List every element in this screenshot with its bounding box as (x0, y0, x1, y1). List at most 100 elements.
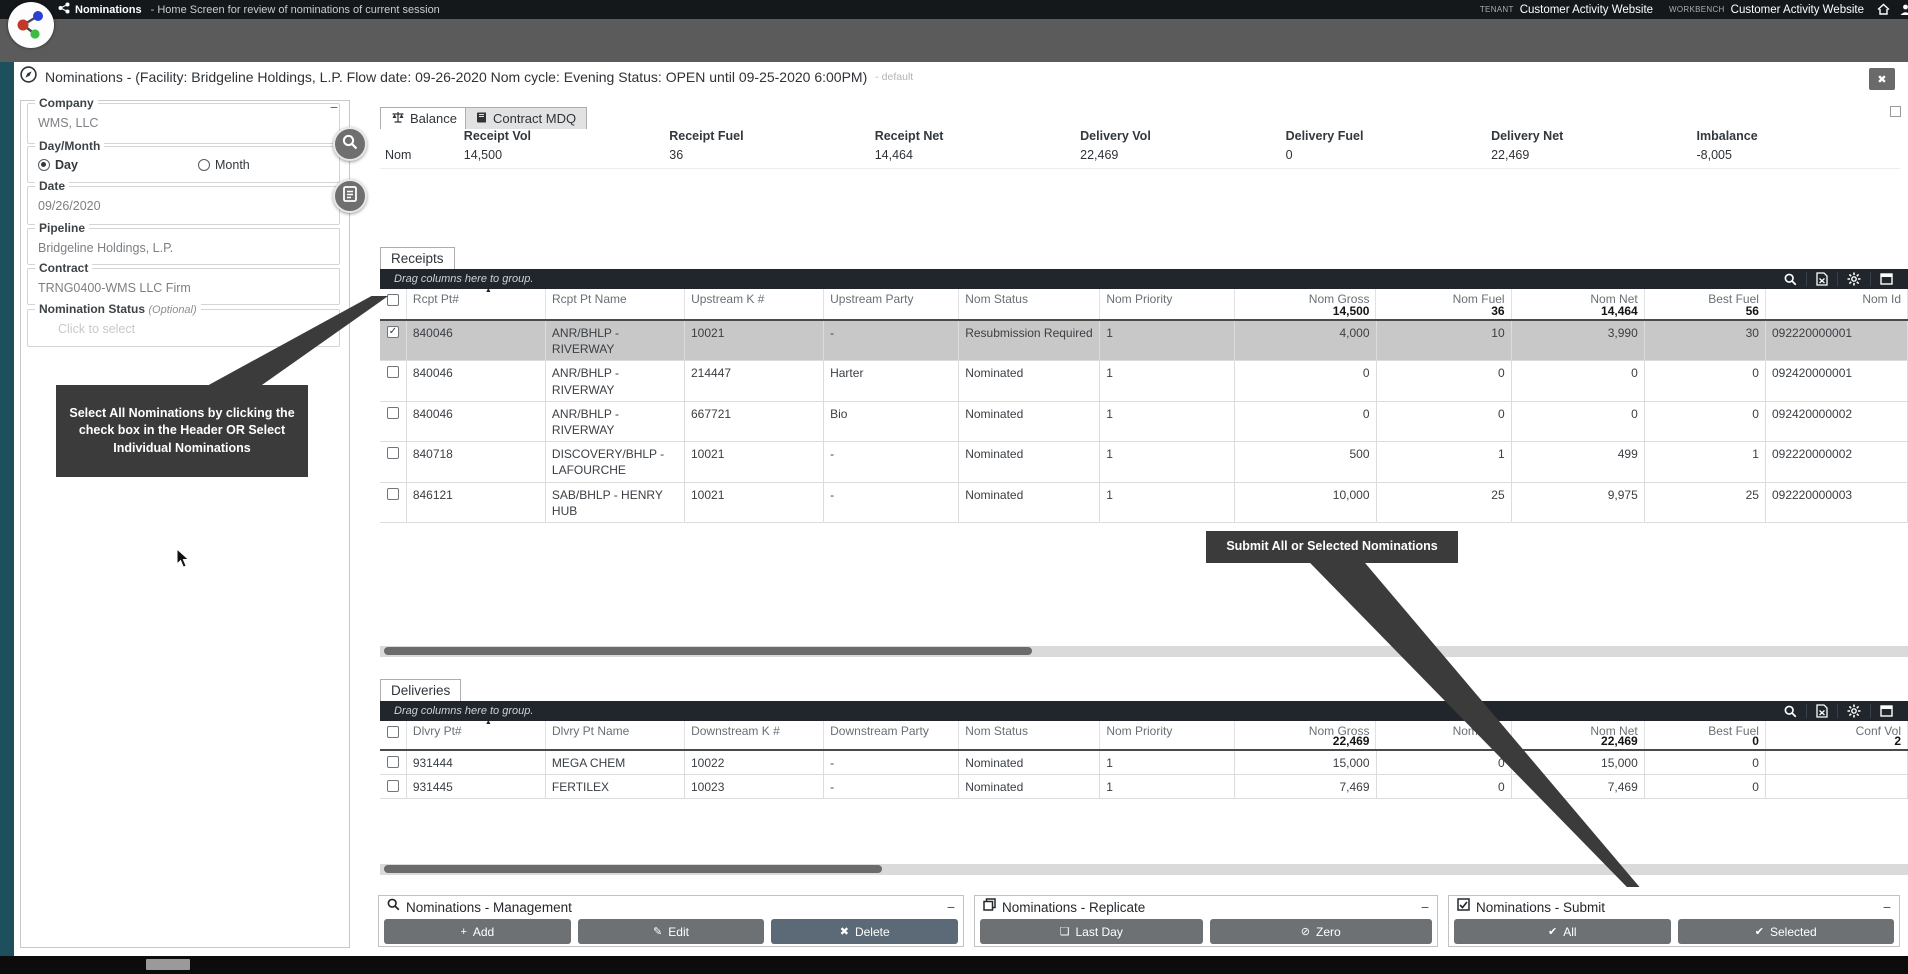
workbench-site-link[interactable]: Customer Activity Website (1731, 4, 1864, 16)
company-field[interactable]: Company WMS, LLC (27, 103, 340, 144)
panel-collapse-button[interactable]: − (1421, 902, 1429, 912)
deliveries-row[interactable]: 931444MEGA CHEM10022-Nominated115,000015… (380, 751, 1908, 775)
report-button[interactable] (333, 179, 367, 213)
grid-search-icon[interactable] (1775, 704, 1806, 718)
deliveries-column-header[interactable]: Nom Net22,469 (1512, 721, 1645, 749)
receipts-column-header[interactable]: Best Fuel56 (1645, 289, 1766, 319)
all-button[interactable]: ✔All (1454, 919, 1671, 944)
row-checkbox[interactable] (380, 361, 407, 400)
receipts-column-header[interactable]: Upstream K # (685, 289, 824, 319)
grid-export-excel-icon[interactable] (1806, 272, 1837, 286)
receipts-cell: 840046 (407, 361, 546, 400)
tab-balance[interactable]: Balance (380, 107, 468, 129)
row-checkbox[interactable] (380, 483, 407, 522)
close-button[interactable]: ✖ (1869, 68, 1895, 90)
edit-button[interactable]: ✎Edit (578, 919, 765, 944)
tenant-site-link[interactable]: Customer Activity Website (1520, 4, 1653, 16)
home-mini-icon[interactable] (1877, 3, 1890, 19)
deliveries-hscroll-thumb[interactable] (384, 865, 882, 873)
button-label: Last Day (1076, 925, 1123, 939)
deliveries-groupbar[interactable]: Drag columns here to group. (380, 701, 1908, 721)
app-logo[interactable] (8, 2, 54, 48)
delete-button[interactable]: ✖Delete (771, 919, 958, 944)
deliveries-column-header[interactable]: Best Fuel0 (1645, 721, 1766, 749)
deliveries-cell: - (824, 775, 959, 798)
deliveries-column-header[interactable]: Dlvry Pt#▲ (407, 721, 546, 749)
receipts-cell: 667721 (685, 402, 824, 441)
receipts-column-header[interactable]: Upstream Party (824, 289, 959, 319)
receipts-cell: ANR/BHLP - RIVERWAY (546, 361, 685, 400)
receipts-hscroll-thumb[interactable] (384, 647, 1032, 655)
receipts-column-header[interactable]: Nom Status (959, 289, 1100, 319)
receipts-hscrollbar[interactable] (380, 646, 1908, 657)
button-label: Delete (855, 925, 890, 939)
grid-settings-gear-icon[interactable] (1837, 704, 1870, 718)
radio-month[interactable]: Month (198, 158, 250, 172)
tab-contract-mdq[interactable]: Contract MDQ (465, 107, 587, 129)
panel-collapse-button[interactable]: − (947, 902, 955, 912)
deliveries-column-header[interactable]: Nom Gross22,469 (1235, 721, 1376, 749)
deliveries-select-all-checkbox[interactable] (380, 721, 407, 749)
pipeline-field[interactable]: Pipeline Bridgeline Holdings, L.P. (27, 228, 340, 265)
grid-settings-gear-icon[interactable] (1837, 272, 1870, 286)
receipts-column-header[interactable]: Rcpt Pt Name (546, 289, 685, 319)
grid-search-icon[interactable] (1775, 272, 1806, 286)
receipts-cell: 092420000001 (1766, 361, 1908, 400)
receipts-cell: 10,000 (1235, 483, 1376, 522)
receipts-row[interactable]: 840718DISCOVERY/BHLP - LAFOURCHE10021-No… (380, 442, 1908, 482)
sidebar-collapse-button[interactable]: − (326, 101, 342, 115)
tab-receipts[interactable]: Receipts (380, 247, 455, 269)
receipts-row[interactable]: 846121SAB/BHLP - HENRY HUB10021-Nominate… (380, 483, 1908, 523)
receipts-column-header[interactable]: Nom Gross14,500 (1235, 289, 1376, 319)
row-checkbox[interactable] (380, 442, 407, 481)
deliveries-column-header[interactable]: Nom Status (959, 721, 1100, 749)
grid-window-icon[interactable] (1870, 272, 1902, 286)
receipts-row[interactable]: 840046ANR/BHLP - RIVERWAY667721BioNomina… (380, 402, 1908, 442)
receipts-cell: 10021 (685, 483, 824, 522)
deliveries-row[interactable]: 931445FERTILEX10023-Nominated17,46907,46… (380, 775, 1908, 799)
retrieve-button[interactable] (333, 127, 367, 161)
receipts-groupbar[interactable]: Drag columns here to group. (380, 269, 1908, 289)
panel-expand-icon[interactable] (1890, 106, 1901, 117)
deliveries-column-header[interactable]: Downstream Party (824, 721, 959, 749)
deliveries-cell: 10022 (685, 751, 824, 774)
receipts-cell: 1 (1100, 321, 1235, 360)
balance-column-header: Receipt Vol (462, 129, 667, 143)
deliveries-column-header[interactable]: Conf Vol2 (1766, 721, 1908, 749)
receipts-row[interactable]: 840046ANR/BHLP - RIVERWAY214447HarterNom… (380, 361, 1908, 401)
receipts-select-all-checkbox[interactable] (380, 289, 407, 319)
user-partial-icon[interactable] (1899, 3, 1908, 19)
receipts-column-header[interactable]: Rcpt Pt#▲ (407, 289, 546, 319)
selected-button[interactable]: ✔Selected (1678, 919, 1895, 944)
receipts-column-header[interactable]: Nom Id (1766, 289, 1908, 319)
deliveries-cell: 0 (1377, 775, 1512, 798)
contract-field[interactable]: Contract TRNG0400-WMS LLC Firm (27, 268, 340, 305)
taskbar-item[interactable] (146, 959, 190, 970)
panel-collapse-button[interactable]: − (1883, 902, 1891, 912)
deliveries-column-header[interactable]: Downstream K # (685, 721, 824, 749)
radio-dot (198, 159, 210, 171)
date-field[interactable]: Date 09/26/2020 (27, 186, 340, 225)
add-button[interactable]: +Add (384, 919, 571, 944)
deliveries-cell: 0 (1377, 751, 1512, 774)
receipts-column-header[interactable]: Nom Net14,464 (1512, 289, 1645, 319)
radio-day[interactable]: Day (38, 158, 198, 172)
tab-deliveries[interactable]: Deliveries (380, 679, 461, 701)
row-checkbox[interactable] (380, 402, 407, 441)
row-checkbox[interactable] (380, 775, 407, 798)
row-checkbox[interactable] (380, 751, 407, 774)
column-summary: 36 (1491, 304, 1504, 318)
receipts-column-header[interactable]: Nom Fuel36 (1376, 289, 1511, 319)
grid-export-excel-icon[interactable] (1806, 704, 1837, 718)
deliveries-hscrollbar[interactable] (380, 864, 1908, 875)
grid-window-icon[interactable] (1870, 704, 1902, 718)
deliveries-column-header[interactable]: Nom Priority (1100, 721, 1235, 749)
deliveries-header: Dlvry Pt#▲Dlvry Pt NameDownstream K #Dow… (380, 721, 1908, 751)
last-day-button[interactable]: ❏Last Day (980, 919, 1203, 944)
deliveries-column-header[interactable]: Dlvry Pt Name (546, 721, 685, 749)
receipts-row[interactable]: ✓840046ANR/BHLP - RIVERWAY10021-Resubmis… (380, 321, 1908, 361)
row-checkbox[interactable]: ✓ (380, 321, 407, 360)
window-title-suffix: - default (875, 71, 913, 83)
zero-button[interactable]: ⊘Zero (1210, 919, 1433, 944)
receipts-column-header[interactable]: Nom Priority (1100, 289, 1235, 319)
